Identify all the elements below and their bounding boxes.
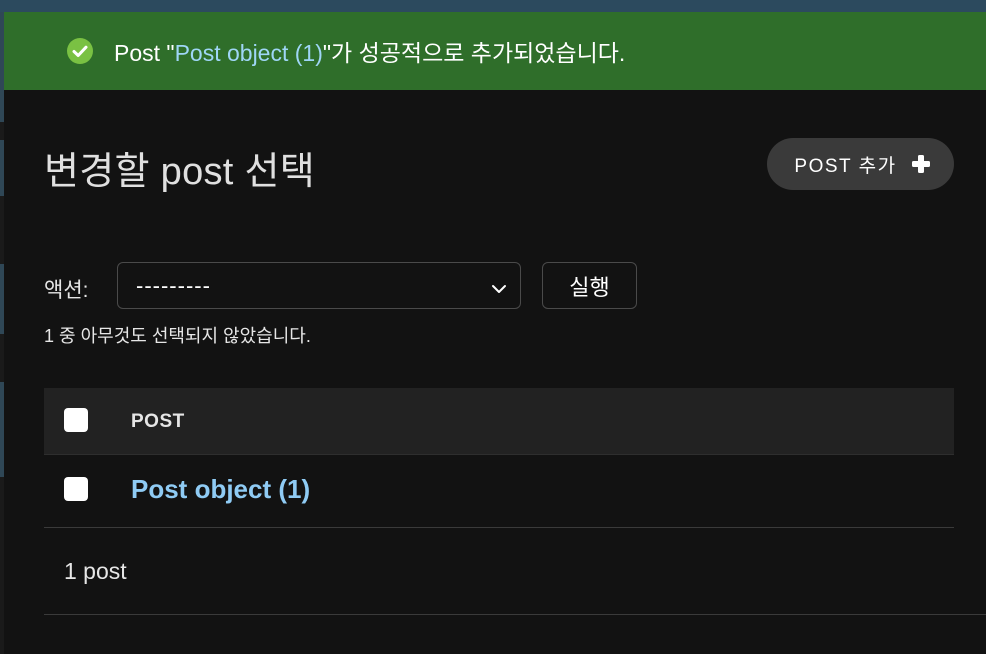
success-message: Post "Post object (1)"가 성공적으로 추가되었습니다. xyxy=(4,12,986,90)
paginator: 1 post xyxy=(44,528,986,615)
top-strip xyxy=(0,0,986,12)
chevron-down-icon xyxy=(490,278,508,296)
left-strip xyxy=(0,12,4,654)
column-header-post[interactable]: POST xyxy=(131,411,185,433)
result-count: 1 post xyxy=(64,558,127,584)
success-prefix: Post " xyxy=(114,40,175,66)
post-object-link[interactable]: Post object (1) xyxy=(131,474,310,505)
action-select[interactable]: --------- xyxy=(117,262,521,309)
action-select-value: --------- xyxy=(136,272,211,298)
action-label: 액션: xyxy=(44,279,89,302)
add-post-label: POST 추가 xyxy=(794,155,897,177)
select-all-checkbox[interactable] xyxy=(64,408,88,432)
go-button[interactable]: 실행 xyxy=(542,262,637,309)
add-post-button[interactable]: POST 추가 xyxy=(767,138,954,190)
success-suffix: "가 성공적으로 추가되었습니다. xyxy=(322,40,626,66)
success-object-link[interactable]: Post object (1) xyxy=(175,40,323,66)
table-row: Post object (1) xyxy=(44,455,954,528)
check-circle-icon xyxy=(66,37,94,65)
row-checkbox[interactable] xyxy=(64,477,88,501)
result-list-table: POST Post object (1) xyxy=(44,388,954,528)
plus-icon xyxy=(911,154,931,174)
page-title: 변경할 post 선택 xyxy=(44,151,316,193)
action-counter: 1 중 아무것도 선택되지 않았습니다. xyxy=(44,326,311,346)
table-header: POST xyxy=(44,388,954,455)
success-text: Post "Post object (1)"가 성공적으로 추가되었습니다. xyxy=(114,34,625,68)
